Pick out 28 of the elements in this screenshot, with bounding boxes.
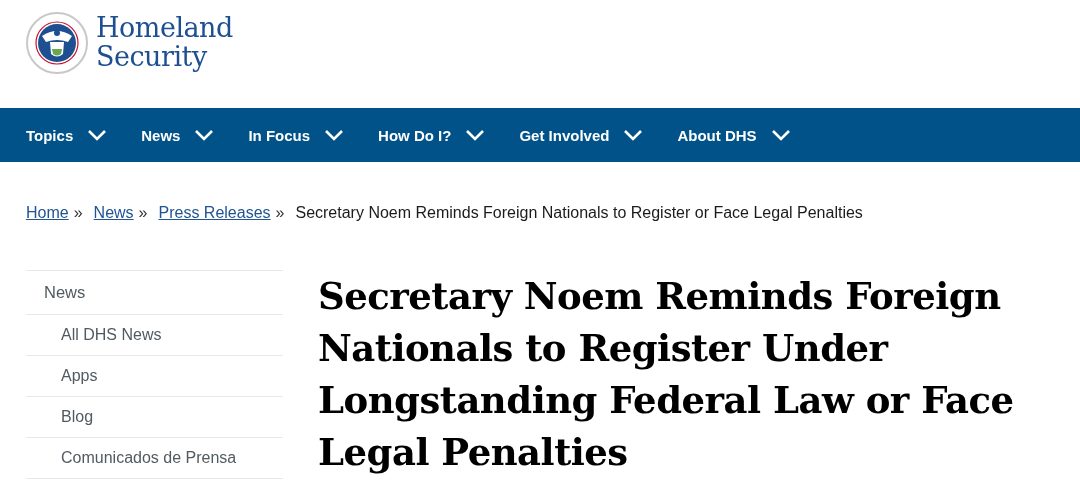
breadcrumb-link[interactable]: Press Releases: [158, 204, 271, 222]
sidebar-item[interactable]: All DHS News: [26, 315, 283, 356]
breadcrumb-separator: »: [275, 204, 285, 222]
chevron-icon: [465, 129, 486, 141]
sidebar-item[interactable]: Blog: [26, 397, 283, 438]
article-title: Secretary Noem Reminds Foreign Nationals to Register Under Longstanding Federal Law or Face Legal Penalties: [318, 273, 1015, 476]
breadcrumb-link[interactable]: News: [93, 204, 134, 222]
chevron-icon: [623, 129, 644, 141]
nav-menu-button[interactable]: Get Involved: [519, 126, 644, 144]
breadcrumb-current: Secretary Noem Reminds Foreign Nationals to Register or Face Legal Penalties: [295, 204, 863, 222]
sidebar-item[interactable]: Apps: [26, 356, 283, 397]
breadcrumb-separator: »: [73, 204, 83, 222]
nav-menu-button[interactable]: In Focus: [248, 126, 345, 144]
sidebar-heading-link[interactable]: News: [26, 271, 283, 315]
breadcrumb-link[interactable]: Home: [26, 204, 69, 222]
nav-menu-button[interactable]: About DHS: [677, 126, 791, 144]
logo-wordmark[interactable]: Homeland: [96, 13, 233, 42]
chevron-icon: [194, 129, 215, 141]
breadcrumb-separator: »: [138, 204, 148, 222]
chevron-icon: [770, 129, 791, 141]
chevron-icon: [87, 129, 108, 141]
nav-menu-button[interactable]: How Do I?: [378, 126, 486, 144]
sidebar-item[interactable]: Comunicados de Prensa: [26, 438, 283, 479]
seal-logo-drawing[interactable]: [26, 12, 88, 74]
logo-wordmark[interactable]: Security: [96, 42, 207, 71]
chevron-icon: [324, 129, 345, 141]
nav-menu-button[interactable]: News: [141, 126, 215, 144]
nav-menu-button[interactable]: Topics: [26, 126, 108, 144]
